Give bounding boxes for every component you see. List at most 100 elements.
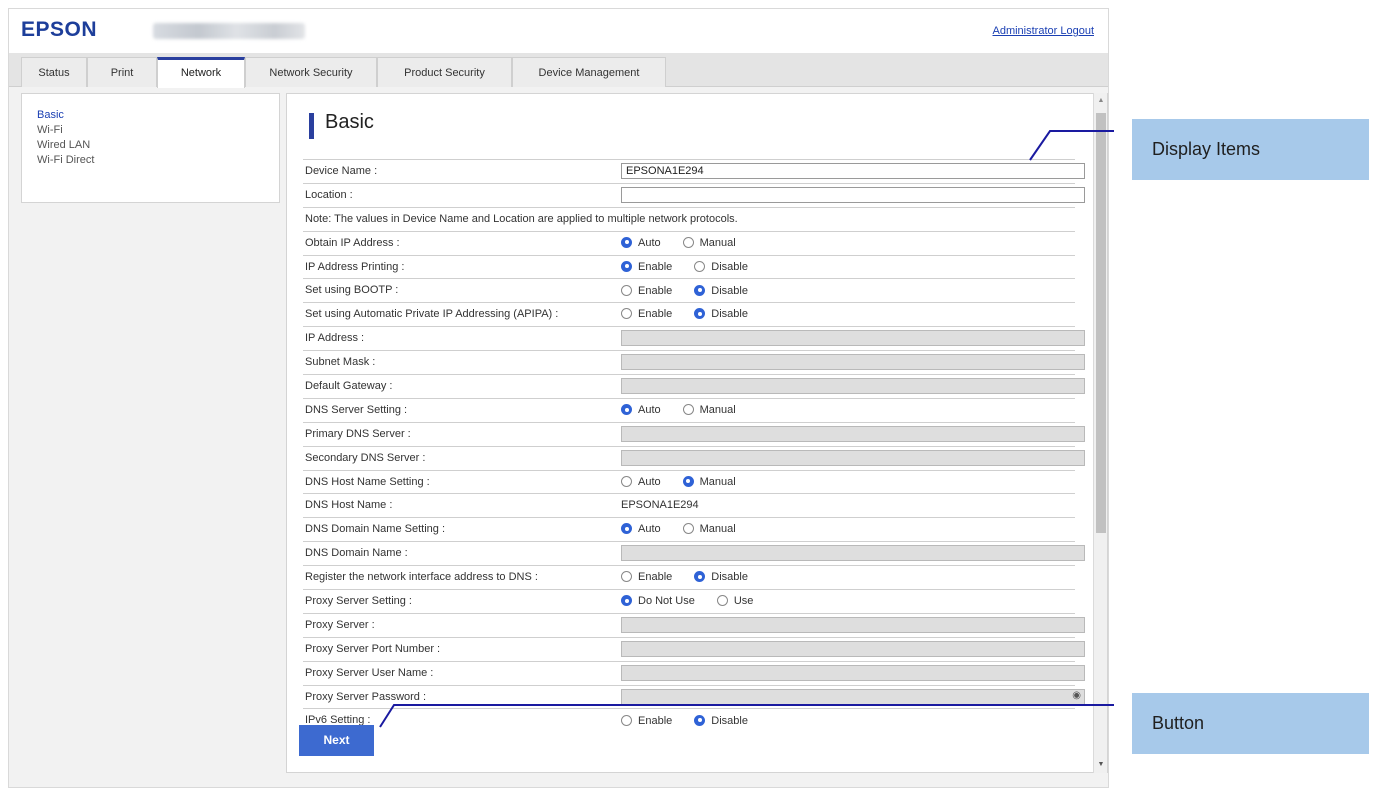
sidebar-item-basic[interactable]: Basic [37, 108, 279, 123]
radio-label: Auto [638, 404, 661, 416]
radio-indicator[interactable] [621, 284, 632, 296]
sidebar-item-wifi[interactable]: Wi-Fi [37, 123, 279, 138]
form-row: Secondary DNS Server : [303, 445, 1085, 470]
subnet-mask-field [621, 354, 1085, 371]
radio-indicator[interactable] [694, 714, 706, 726]
dns-host-name-setting-option-manual[interactable]: Manual [682, 475, 736, 488]
page-title: Basic [325, 111, 374, 133]
scroll-down-arrow-icon[interactable]: ▼ [1094, 757, 1108, 773]
form-row: Set using BOOTP : Enable Disable [303, 278, 1075, 302]
tab-print[interactable]: Print [87, 57, 157, 87]
radio-indicator[interactable] [621, 404, 632, 415]
dns-host-name-setting-option-auto[interactable]: Auto [621, 475, 661, 488]
radio-indicator[interactable] [694, 284, 706, 296]
obtain-ip-address-radio-group: Auto Manual [621, 236, 758, 249]
radio-indicator[interactable] [621, 260, 632, 272]
radio-label: Disable [711, 714, 748, 727]
radio-label: Enable [638, 571, 673, 584]
field-label: DNS Domain Name Setting : [305, 523, 445, 536]
register-the-network-interface-address-to-dns-option-disable[interactable]: Disable [694, 571, 748, 583]
proxy-server-setting-option-do-not-use[interactable]: Do Not Use [621, 595, 695, 607]
radio-label: Auto [638, 475, 661, 488]
scroll-thumb[interactable] [1096, 113, 1106, 533]
set-using-automatic-private-ip-addressing-apipa-option-disable[interactable]: Disable [694, 308, 748, 320]
radio-indicator[interactable] [682, 404, 694, 415]
radio-label: Disable [711, 284, 748, 297]
field-label: Primary DNS Server : [305, 427, 411, 440]
dns-domain-name-setting-option-manual[interactable]: Manual [682, 523, 736, 535]
radio-label: Enable [638, 714, 673, 727]
tab-status[interactable]: Status [21, 57, 87, 87]
tab-product-security[interactable]: Product Security [377, 57, 512, 87]
radio-label: Do Not Use [638, 595, 695, 608]
radio-indicator[interactable] [694, 308, 706, 320]
obtain-ip-address-option-manual[interactable]: Manual [682, 236, 736, 249]
field-label: Obtain IP Address : [305, 236, 400, 249]
radio-indicator[interactable] [621, 571, 632, 583]
administrator-logout-link[interactable]: Administrator Logout [993, 25, 1095, 37]
proxy-server-setting-option-use[interactable]: Use [716, 595, 753, 607]
field-label: DNS Host Name : [305, 499, 393, 512]
radio-indicator[interactable] [682, 236, 694, 248]
radio-indicator[interactable] [694, 571, 706, 583]
form-row: IP Address : [303, 326, 1085, 350]
form-row: Proxy Server Setting : Do Not Use Use [303, 589, 1075, 613]
callout-display-items: Display Items [1132, 119, 1369, 180]
next-button[interactable]: Next [299, 725, 374, 756]
radio-indicator[interactable] [716, 595, 728, 607]
eye-icon[interactable]: ◉ [1072, 690, 1081, 701]
field-label: Proxy Server Setting : [305, 595, 412, 608]
ipv6-setting-option-enable[interactable]: Enable [621, 714, 673, 727]
location-field[interactable] [621, 186, 1085, 203]
register-the-network-interface-address-to-dns-radio-group: Enable Disable [621, 571, 770, 583]
ip-address-printing-option-disable[interactable]: Disable [694, 260, 748, 273]
radio-indicator[interactable] [694, 260, 706, 272]
dns-server-setting-radio-group: Auto Manual [621, 404, 758, 416]
set-using-bootp-option-disable[interactable]: Disable [694, 284, 748, 297]
ip-address-container [621, 330, 1085, 347]
radio-indicator[interactable] [682, 475, 694, 487]
radio-indicator[interactable] [621, 595, 632, 607]
ipv6-setting-option-disable[interactable]: Disable [694, 714, 748, 727]
radio-indicator[interactable] [621, 308, 632, 320]
dns-domain-name-setting-option-auto[interactable]: Auto [621, 523, 661, 535]
set-using-automatic-private-ip-addressing-apipa-option-enable[interactable]: Enable [621, 308, 672, 320]
radio-label: Disable [711, 260, 748, 273]
sidebar-item-wifi-direct[interactable]: Wi-Fi Direct [37, 153, 279, 168]
radio-indicator[interactable] [621, 523, 632, 535]
tab-network[interactable]: Network [157, 57, 245, 88]
radio-indicator[interactable] [682, 523, 694, 535]
secondary-dns-server-container [621, 449, 1085, 466]
register-the-network-interface-address-to-dns-option-enable[interactable]: Enable [621, 571, 672, 583]
tab-device-management[interactable]: Device Management [512, 57, 666, 87]
form-row: Obtain IP Address : Auto Manual [303, 230, 1075, 255]
radio-label: Manual [699, 475, 736, 488]
scroll-up-arrow-icon[interactable]: ▲ [1094, 93, 1108, 109]
obtain-ip-address-option-auto[interactable]: Auto [621, 236, 661, 249]
radio-indicator[interactable] [621, 714, 632, 726]
dns-domain-name-setting-radio-group: Auto Manual [621, 523, 758, 535]
device-name-field[interactable] [621, 163, 1085, 179]
set-using-bootp-option-enable[interactable]: Enable [621, 284, 672, 297]
proxy-server-setting-radio-group: Do Not Use Use [621, 595, 775, 607]
form-row: Note: The values in Device Name and Loca… [303, 206, 1075, 231]
default-gateway-field [621, 378, 1085, 395]
tab-network-security[interactable]: Network Security [245, 57, 377, 87]
radio-label: Enable [638, 308, 673, 321]
callout-button: Button [1132, 693, 1369, 754]
browser-window: EPSON Administrator Logout Status Print … [8, 8, 1109, 788]
ip-address-printing-option-enable[interactable]: Enable [621, 260, 672, 273]
dns-server-setting-option-auto[interactable]: Auto [621, 404, 661, 416]
proxy-server-password-container: ◉ [621, 688, 1085, 705]
field-label: Location : [305, 188, 353, 201]
radio-indicator[interactable] [621, 236, 632, 248]
form-row: Proxy Server Password : ◉ [303, 684, 1085, 709]
radio-indicator[interactable] [621, 475, 632, 487]
primary-dns-server-field [621, 425, 1085, 442]
scrollbar[interactable]: ▲ ▼ [1093, 93, 1107, 773]
subnet-mask-container [621, 354, 1085, 371]
dns-server-setting-option-manual[interactable]: Manual [682, 404, 736, 416]
field-label: DNS Server Setting : [305, 403, 408, 416]
sidebar-item-wired-lan[interactable]: Wired LAN [37, 138, 279, 153]
set-using-bootp-radio-group: Enable Disable [621, 284, 770, 297]
